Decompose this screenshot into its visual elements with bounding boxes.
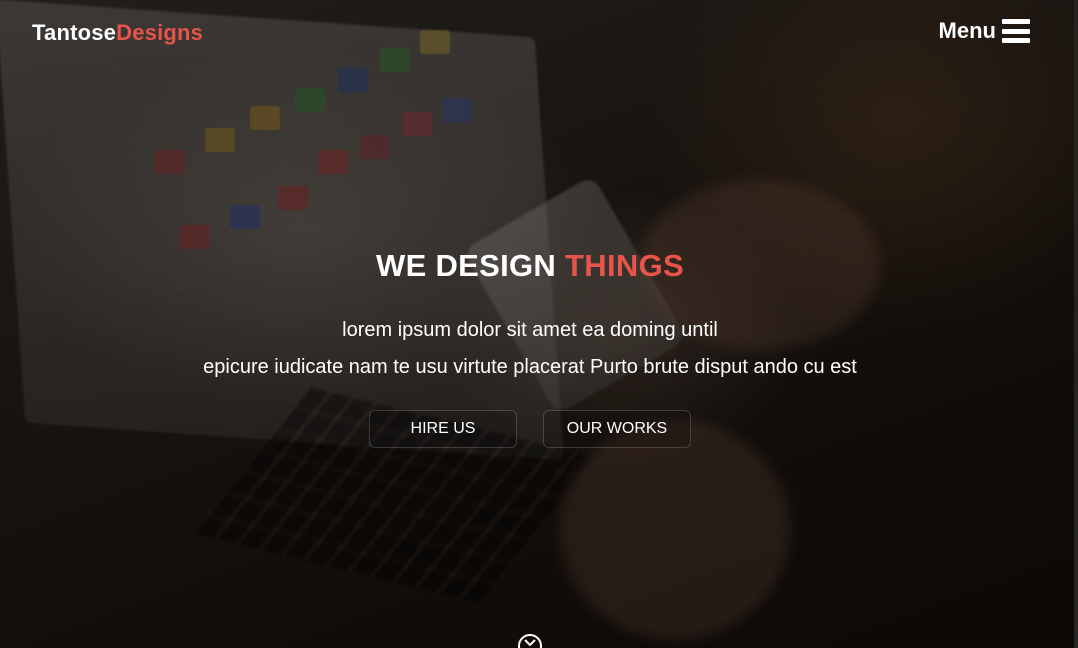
hero-tagline: lorem ipsum dolor sit amet ea doming unt…: [0, 312, 1060, 386]
hero-content: WE DESIGN THINGS lorem ipsum dolor sit a…: [0, 248, 1060, 448]
hero-headline: WE DESIGN THINGS: [0, 248, 1060, 284]
menu-button[interactable]: Menu: [939, 18, 1030, 44]
edge-strip: [1074, 0, 1078, 648]
our-works-button[interactable]: OUR WORKS: [543, 410, 691, 448]
tagline-line-1: lorem ipsum dolor sit amet ea doming unt…: [342, 319, 718, 341]
hamburger-icon: [1002, 19, 1030, 43]
brand-primary-text: Tantose: [32, 20, 117, 45]
hero-section: TantoseDesigns Menu WE DESIGN THINGS lor…: [0, 0, 1078, 648]
brand-logo[interactable]: TantoseDesigns: [32, 20, 203, 46]
hire-us-button[interactable]: HIRE US: [369, 410, 517, 448]
menu-label: Menu: [938, 18, 996, 43]
headline-accent: THINGS: [565, 248, 684, 283]
tagline-line-2: epicure iudicate nam te usu virtute plac…: [203, 356, 857, 378]
chevron-down-icon: [524, 639, 536, 647]
hero-buttons: HIRE US OUR WORKS: [0, 410, 1060, 448]
headline-primary: WE DESIGN: [376, 248, 557, 283]
brand-accent-text: Designs: [116, 20, 204, 45]
